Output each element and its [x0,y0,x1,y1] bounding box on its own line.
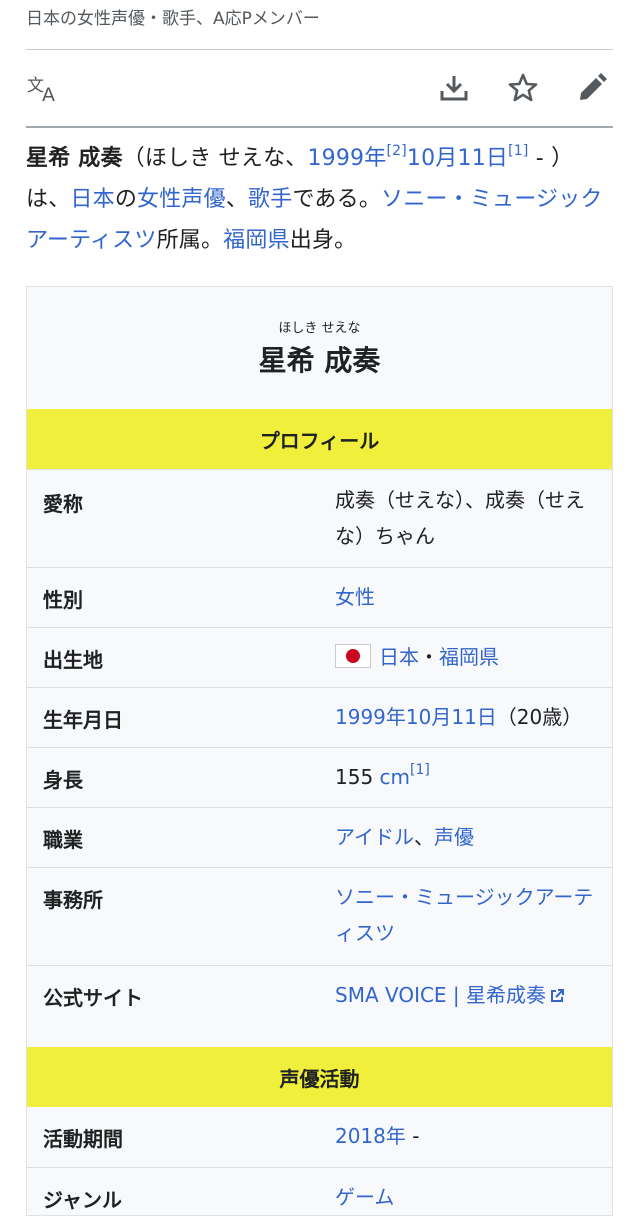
row-key: 愛称 [43,492,83,516]
separator: ・ [419,645,439,669]
section-header-profile: プロフィール [27,409,612,469]
infobox-title: 星希 成奏 [258,344,381,377]
infobox-ruby: ほしき せえな [278,321,361,336]
infobox-row-height: 身長 155 cm[1] [27,747,612,808]
infobox-row-active-period: 活動期間 2018年 - [27,1107,612,1167]
infobox-row-genre: ジャンル ゲーム [27,1167,612,1228]
link-japan[interactable]: 日本 [70,187,114,212]
infobox-row-occupation: 職業 アイドル、声優 [27,807,612,868]
infobox-row-nickname: 愛称 成奏（せえな）、成奏（せえな）ちゃん [27,469,612,568]
star-icon[interactable] [505,70,541,106]
intro-text: の [114,187,138,212]
page-actions-bar: 文 A [26,60,613,118]
row-key: 生年月日 [43,708,123,732]
subject-name: 星希 成奏 [26,146,123,171]
link-prefecture[interactable]: 福岡県 [223,228,290,253]
intro-text: は、 [26,187,71,212]
link-voice-actress[interactable]: 女性声優 [137,187,226,212]
link-birth-date[interactable]: 10月11日 [407,146,508,171]
ref-1[interactable]: [1] [410,762,430,778]
infobox-row-birthplace: 出生地 日本・福岡県 [27,627,612,688]
infobox-row-website: 公式サイト SMA VOICE | 星希成奏 [27,965,612,1026]
language-icon[interactable]: 文 A [26,70,62,106]
link-japan[interactable]: 日本 [379,645,419,669]
link-year-2018[interactable]: 2018年 [335,1124,406,1148]
ref-2[interactable]: [2] [386,143,406,159]
ref-1[interactable]: [1] [508,143,528,159]
row-value: SMA VOICE | 星希成奏 [335,977,605,1013]
age-text: （20歳） [496,705,583,729]
link-voice-actor[interactable]: 声優 [434,825,474,849]
intro-text: （ほしき せえな、 [122,146,308,171]
link-singer[interactable]: 歌手 [248,187,292,212]
link-birth-year[interactable]: 1999年 [307,146,386,171]
row-key: 公式サイト [43,986,143,1010]
link-game[interactable]: ゲーム [335,1179,597,1215]
infobox-row-gender: 性別 女性 [27,567,612,628]
intro-text: 出身。 [289,228,357,253]
intro-text: 、 [225,187,249,212]
page-description: 日本の女性声優・歌手、A応Pメンバー [26,9,320,29]
row-value: 155 cm[1] [335,759,597,795]
pencil-icon[interactable] [574,70,610,106]
row-key: 身長 [43,768,83,792]
row-value: 1999年10月11日（20歳） [335,699,605,735]
intro-text: - ） [528,146,574,171]
external-link-icon [551,989,565,1002]
link-cm[interactable]: cm [380,765,410,789]
row-key: 出生地 [43,648,103,672]
row-value-link[interactable]: 女性 [335,579,597,615]
height-number: 155 [335,765,380,789]
period-text: - [405,1124,420,1148]
svg-text:A: A [42,84,55,103]
infobox-row-agency: 事務所 ソニー・ミュージックアーティスツ [27,867,612,966]
link-idol[interactable]: アイドル [335,825,414,849]
link-official-site[interactable]: SMA VOICE | 星希成奏 [335,983,546,1007]
intro-text: である。 [292,187,382,212]
infobox: ほしき せえな 星希 成奏 プロフィール 愛称 成奏（せえな）、成奏（せえな）ち… [26,286,613,1216]
link-agency[interactable]: ソニー・ミュージックアーティスツ [335,879,597,951]
intro-text: 所属。 [156,228,224,253]
link-birthdate[interactable]: 1999年10月11日 [335,705,497,729]
infobox-row-birthdate: 生年月日 1999年10月11日（20歳） [27,687,612,748]
divider [26,49,613,50]
row-key: 事務所 [43,888,103,912]
row-key: ジャンル [43,1188,122,1212]
row-value: 2018年 - [335,1118,597,1154]
row-key: 職業 [43,828,83,852]
row-value: 成奏（せえな）、成奏（せえな）ちゃん [335,488,585,548]
download-icon[interactable] [436,70,472,106]
divider [26,126,613,128]
intro-paragraph: 星希 成奏（ほしき せえな、1999年[2]10月11日[1] - ） は、日本… [26,138,616,261]
link-fukuoka[interactable]: 福岡県 [439,645,499,669]
row-key: 活動期間 [43,1127,123,1151]
section-header-voice-acting: 声優活動 [27,1047,612,1107]
row-value: 日本・福岡県 [335,639,597,675]
japan-flag-icon [335,644,371,668]
row-key: 性別 [43,588,83,612]
row-value: アイドル、声優 [335,819,597,855]
separator: 、 [414,825,434,849]
